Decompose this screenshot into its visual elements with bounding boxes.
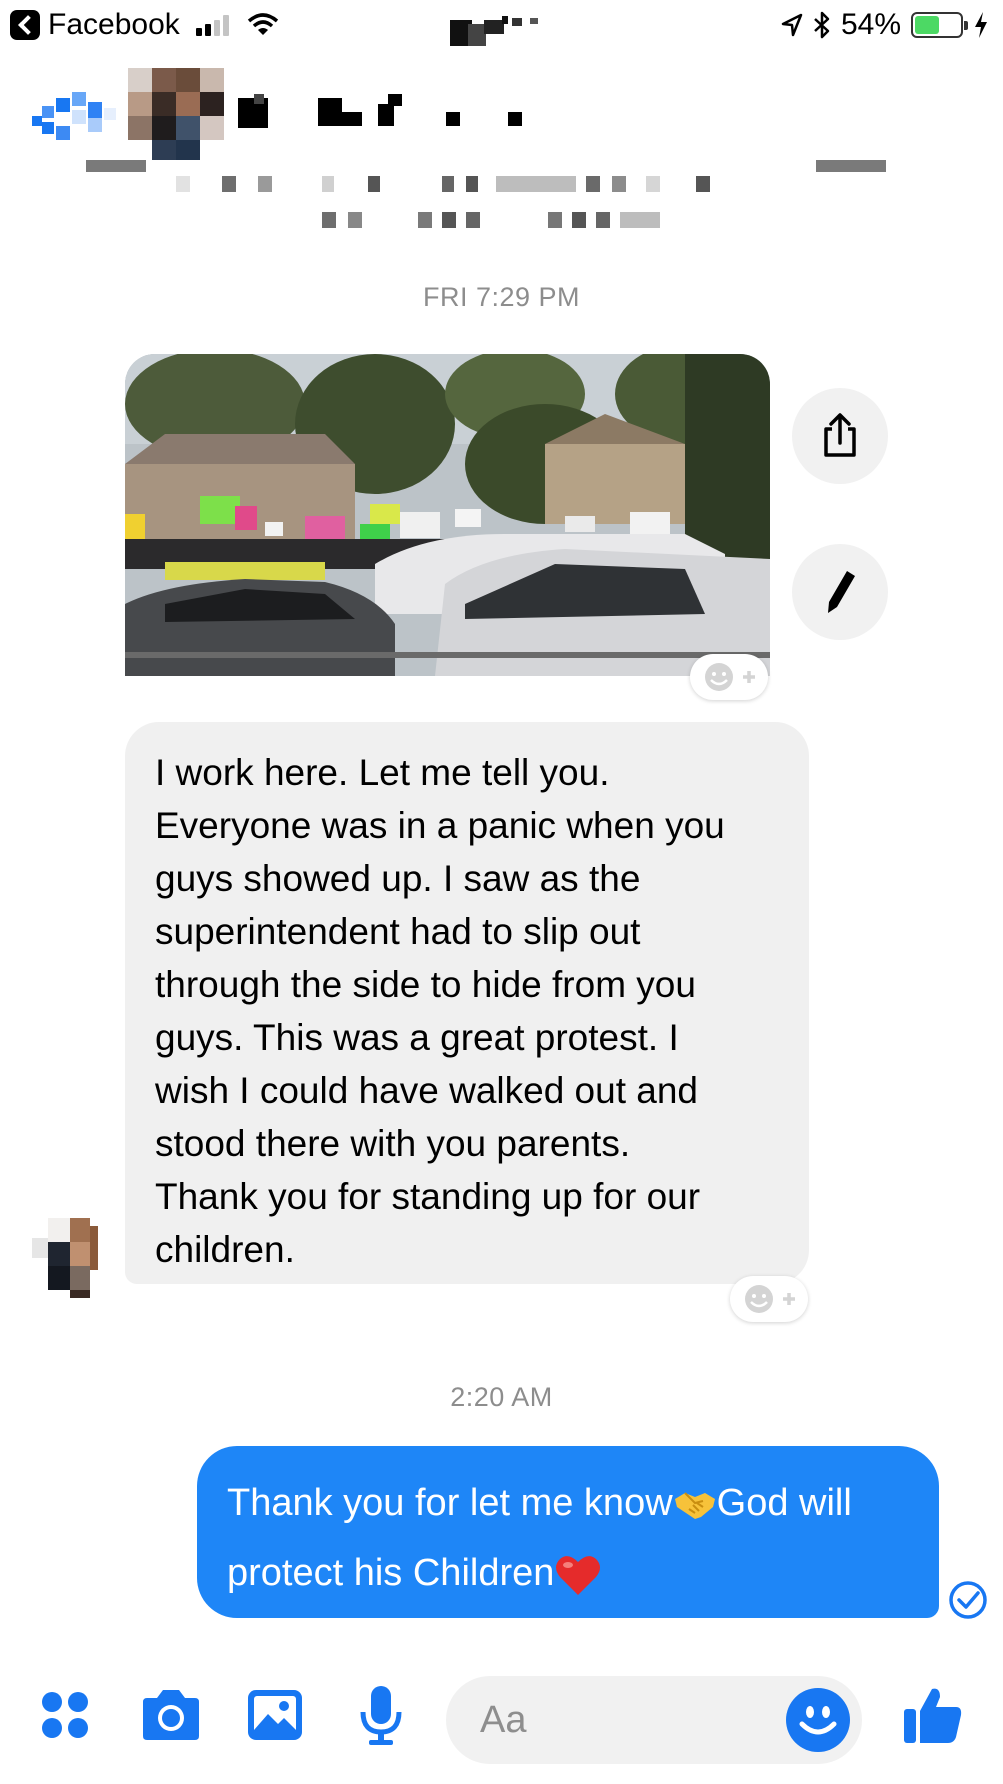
gallery-button[interactable] bbox=[240, 1680, 310, 1750]
message-text: God will bbox=[716, 1482, 852, 1524]
message-input-field[interactable] bbox=[446, 1676, 862, 1764]
contact-name-redacted[interactable] bbox=[238, 94, 558, 130]
message-line: protect his Children bbox=[227, 1538, 909, 1608]
message-line: children. bbox=[155, 1229, 295, 1270]
message-line: superintendent had to slip out bbox=[155, 911, 641, 952]
gallery-icon bbox=[248, 1690, 302, 1740]
emoji-icon bbox=[799, 1706, 837, 1735]
outgoing-message-bubble[interactable]: Thank you for let me know God will prote… bbox=[197, 1446, 939, 1618]
shared-photo[interactable] bbox=[125, 354, 770, 676]
timestamp-divider: 2:20 AM bbox=[450, 1382, 553, 1412]
message-sent-check-icon bbox=[949, 1581, 987, 1619]
incoming-message-bubble[interactable]: I work here. Let me tell you. Everyone w… bbox=[125, 722, 809, 1284]
sender-avatar[interactable] bbox=[32, 1218, 98, 1298]
add-reaction-icon bbox=[705, 663, 755, 691]
charging-bolt-icon bbox=[975, 12, 987, 38]
edit-button[interactable] bbox=[792, 544, 888, 640]
cellular-signal-icon bbox=[195, 14, 229, 36]
back-app-label: Facebook bbox=[48, 8, 180, 41]
clock-redacted bbox=[450, 4, 560, 48]
red-heart-emoji-icon bbox=[556, 1556, 601, 1595]
thumbs-up-icon bbox=[904, 1688, 962, 1743]
message-line: wish I could have walked out and bbox=[155, 1070, 699, 1111]
timestamp-divider: FRI 7:29 PM bbox=[422, 282, 581, 312]
wifi-icon bbox=[247, 13, 278, 35]
message-composer bbox=[0, 1656, 1003, 1784]
message-line: stood there with you parents. bbox=[155, 1123, 631, 1164]
contact-avatar[interactable] bbox=[128, 68, 224, 160]
more-apps-button[interactable] bbox=[30, 1680, 100, 1750]
message-line: through the side to hide from you bbox=[155, 964, 696, 1005]
battery-fill bbox=[915, 16, 939, 34]
status-right-group: 54% bbox=[781, 8, 989, 42]
message-line: guys. This was a great protest. I bbox=[155, 1017, 679, 1058]
location-arrow-icon bbox=[781, 13, 803, 37]
back-to-app-link[interactable]: Facebook bbox=[10, 8, 279, 42]
message-input[interactable] bbox=[480, 1694, 780, 1746]
battery-icon bbox=[911, 12, 968, 38]
previous-message-redacted bbox=[86, 160, 926, 230]
share-button[interactable] bbox=[792, 388, 888, 484]
back-chevron-icon[interactable] bbox=[32, 92, 116, 146]
share-icon bbox=[824, 413, 856, 457]
message-text: protect his Children bbox=[227, 1552, 555, 1594]
message-line: Thank you for standing up for our bbox=[155, 1176, 701, 1217]
message-text: Thank you for let me know bbox=[227, 1482, 673, 1524]
message-line: Everyone was in a panic when you bbox=[155, 805, 725, 846]
edit-icon bbox=[828, 571, 855, 613]
battery-percent: 54% bbox=[840, 8, 901, 41]
microphone-icon bbox=[360, 1686, 402, 1745]
message-line: Thank you for let me know God will bbox=[227, 1468, 909, 1538]
bluetooth-icon bbox=[814, 11, 830, 39]
camera-button[interactable] bbox=[136, 1680, 206, 1750]
voice-message-button[interactable] bbox=[346, 1680, 416, 1750]
message-line: guys showed up. I saw as the bbox=[155, 858, 641, 899]
status-bar: Facebook 54% bbox=[0, 0, 1003, 52]
like-button[interactable] bbox=[898, 1680, 968, 1750]
emoji-button[interactable] bbox=[786, 1688, 850, 1752]
handshake-emoji-icon bbox=[674, 1492, 715, 1519]
react-button[interactable] bbox=[730, 1276, 808, 1322]
more-apps-icon bbox=[42, 1692, 88, 1738]
camera-icon bbox=[143, 1690, 199, 1740]
react-button[interactable] bbox=[690, 654, 768, 700]
back-arrow-icon bbox=[10, 10, 40, 40]
add-reaction-icon bbox=[745, 1285, 795, 1313]
message-line: I work here. Let me tell you. bbox=[155, 752, 610, 793]
